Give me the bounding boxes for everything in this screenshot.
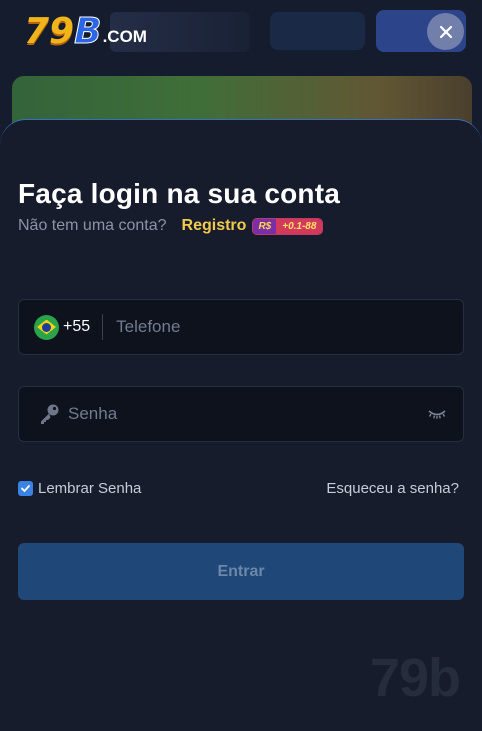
background-button-blur (270, 12, 365, 50)
register-link[interactable]: Registro (182, 217, 247, 235)
password-field (18, 386, 464, 442)
login-modal: Faça login na sua conta Não tem uma cont… (0, 119, 482, 731)
remember-password-checkbox[interactable]: Lembrar Senha (18, 480, 141, 497)
page-title: Faça login na sua conta (18, 178, 341, 209)
checkbox-checked-icon[interactable] (18, 481, 33, 496)
key-icon (41, 404, 59, 424)
field-divider (102, 314, 104, 340)
close-icon (439, 25, 452, 38)
password-input[interactable] (68, 404, 408, 424)
phone-field: +55 (18, 299, 464, 355)
register-prompt: Não tem uma conta? Registro R$ +0.1-88 (18, 217, 324, 235)
close-button[interactable] (427, 13, 464, 50)
bonus-value: +0.1-88 (276, 218, 323, 234)
forgot-password-link[interactable]: Esqueceu a senha? (326, 480, 459, 497)
logo-number: 79 (24, 11, 75, 52)
brand-watermark: 79b (369, 648, 461, 708)
logo-letter: B (74, 11, 102, 52)
country-code[interactable]: +55 (63, 318, 90, 336)
eye-closed-icon[interactable] (427, 406, 447, 422)
brazil-flag-icon[interactable] (34, 314, 59, 340)
login-submit-button[interactable]: Entrar (18, 543, 464, 600)
logo-suffix: .COM (102, 27, 147, 46)
remember-label: Lembrar Senha (38, 480, 142, 497)
bonus-badge: R$ +0.1-88 (252, 217, 324, 235)
brand-logo: 79 B .COM (24, 11, 147, 52)
no-account-text: Não tem uma conta? (18, 217, 167, 234)
phone-input[interactable] (116, 317, 417, 337)
bonus-currency: R$ (253, 218, 277, 234)
login-screen: 79 B .COM Faça login na sua conta Não te… (0, 0, 482, 731)
